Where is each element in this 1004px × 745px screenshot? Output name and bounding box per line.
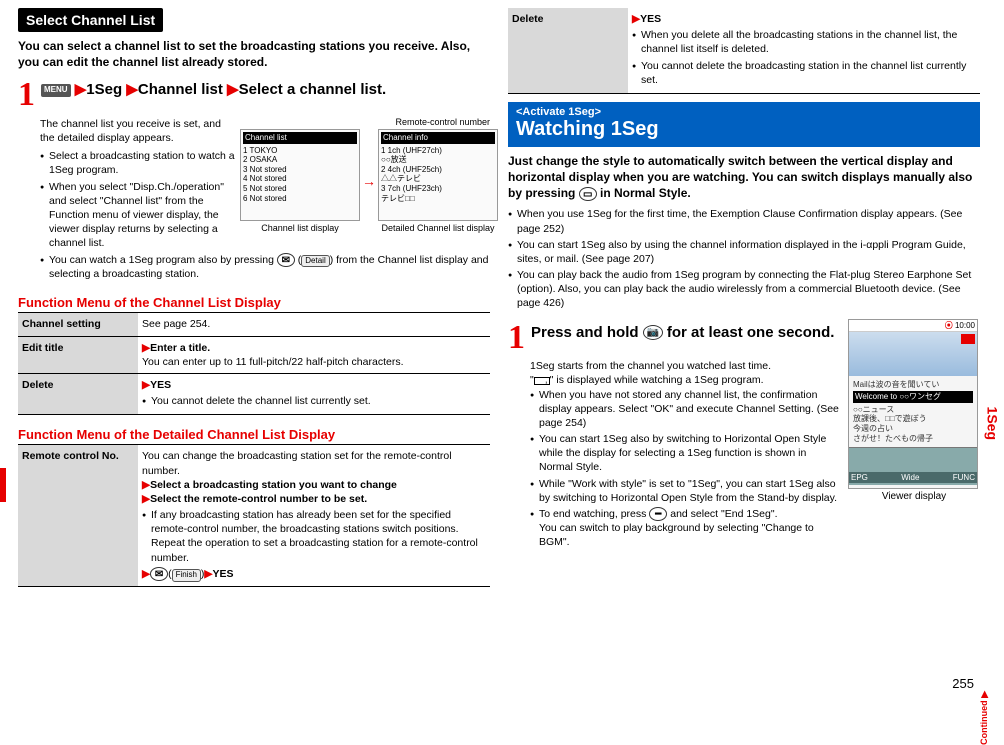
row-body: ▶YES When you delete all the broadcastin… — [628, 8, 980, 93]
step-seg-1: 1Seg — [86, 81, 122, 98]
img-line: 2 4ch (UHF25ch) — [381, 165, 495, 175]
row-body: You can change the broadcasting station … — [138, 445, 490, 586]
mail-key-icon: ✉ — [277, 253, 295, 267]
left-column: Select Channel List You can select a cha… — [18, 8, 490, 689]
arrow-icon: → — [362, 173, 376, 189]
bullet-item: To end watching, press ━ and select "End… — [530, 507, 840, 550]
step-number: 1 — [508, 323, 525, 354]
img-header: Channel list — [243, 132, 357, 144]
blue-subtitle: <Activate 1Seg> — [516, 106, 972, 118]
step-seg-2: Channel list — [138, 81, 223, 98]
blue-title: Watching 1Seg — [516, 118, 972, 141]
bullet-item: You can watch a 1Seg program also by pre… — [40, 253, 490, 282]
function-menu-heading: Function Menu of the Channel List Displa… — [18, 291, 490, 313]
row-header: Delete — [18, 374, 138, 415]
row-header: Edit title — [18, 336, 138, 373]
row-header: Channel setting — [18, 313, 138, 336]
img-line: 2 OSAKA — [243, 155, 357, 165]
img-line: 1 TOKYO — [243, 146, 357, 156]
row-header: Remote control No. — [18, 445, 138, 586]
triangle-icon: ▶ — [227, 81, 239, 98]
right-column: Delete ▶YES When you delete all the broa… — [508, 8, 980, 689]
remote-label: Remote-control number — [240, 117, 490, 127]
finish-softkey: Finish — [172, 569, 201, 582]
detail-softkey: Detail — [301, 255, 329, 268]
triangle-icon: ▶ — [126, 81, 138, 98]
channel-list-screenshot: Channel list 1 TOKYO 2 OSAKA 3 Not store… — [240, 129, 360, 221]
bullet-item: When you use 1Seg for the first time, th… — [508, 207, 980, 235]
viewer-caption: Viewer display — [848, 491, 980, 502]
img-line: 5 Not stored — [243, 184, 357, 194]
side-label: 1Seg — [984, 407, 1000, 440]
img-line: ○○放送 — [381, 155, 495, 165]
bullet-list: When you have not stored any channel lis… — [530, 388, 840, 550]
bullet-list: You can watch a 1Seg program also by pre… — [40, 253, 490, 284]
camera-key-icon: 📷 — [643, 325, 663, 340]
step-1: 1 MENU ▶1Seg ▶Channel list ▶Select a cha… — [18, 80, 490, 111]
menu-icon: MENU — [41, 84, 71, 96]
triangle-icon: ▶ — [75, 81, 87, 98]
img-line: 3 Not stored — [243, 165, 357, 175]
body-text: 1Seg starts from the channel you watched… — [530, 359, 840, 373]
step-text: MENU ▶1Seg ▶Channel list ▶Select a chann… — [41, 80, 386, 100]
section-intro: You can select a channel list to set the… — [18, 38, 490, 70]
end-key-icon: ━ — [649, 507, 667, 521]
mail-key-icon: ✉ — [150, 567, 168, 581]
img-line: 1 1ch (UHF27ch) — [381, 146, 495, 156]
img-line: 4 Not stored — [243, 174, 357, 184]
function-table-2: Remote control No. You can change the br… — [18, 445, 490, 586]
bullet-item: You can play back the audio from 1Seg pr… — [508, 268, 980, 311]
img-caption: Channel list display — [240, 223, 360, 233]
img-line: 6 Not stored — [243, 194, 357, 204]
side-key-icon: ▭ — [579, 187, 597, 201]
img-line: 3 7ch (UHF23ch) — [381, 184, 495, 194]
img-caption: Detailed Channel list display — [378, 223, 498, 233]
channel-detail-screenshot: Channel info 1 1ch (UHF27ch) ○○放送 2 4ch … — [378, 129, 498, 221]
page-number: 255 — [952, 676, 974, 691]
page-content: Select Channel List You can select a cha… — [0, 0, 1004, 697]
function-table-1: Channel settingSee page 254. Edit title▶… — [18, 313, 490, 415]
function-table-3: Delete ▶YES When you delete all the broa… — [508, 8, 980, 94]
viewer-display-screenshot: ⦿ 10:00 Mailは波の音を聞いてい Welcome to ○○ワンセグ … — [848, 319, 978, 489]
row-body: ▶YESYou cannot delete the channel list c… — [138, 374, 490, 415]
bullet-item: When you select "Disp.Ch./operation" and… — [40, 180, 236, 251]
step-number: 1 — [18, 80, 35, 111]
step-text: Press and hold 📷 for at least one second… — [531, 323, 834, 343]
bullet-item: You can start 1Seg also by switching to … — [530, 432, 840, 475]
body-text: "♪" is displayed while watching a 1Seg p… — [530, 373, 840, 387]
bullet-list: When you use 1Seg for the first time, th… — [508, 207, 980, 312]
section-intro: Just change the style to automatically s… — [508, 153, 980, 202]
1seg-status-icon: ♪ — [534, 377, 550, 385]
bullet-item: While "Work with style" is set to "1Seg"… — [530, 477, 840, 505]
edge-tab — [0, 468, 6, 502]
row-body: See page 254. — [138, 313, 490, 336]
step-1: 1 Press and hold 📷 for at least one seco… — [508, 323, 840, 354]
img-header: Channel info — [381, 132, 495, 144]
function-menu-heading: Function Menu of the Detailed Channel Li… — [18, 423, 490, 445]
step-seg-3: Select a channel list. — [239, 81, 387, 98]
rec-icon — [961, 334, 975, 344]
bullet-item: When you have not stored any channel lis… — [530, 388, 840, 431]
body-text: The channel list you receive is set, and… — [40, 117, 236, 145]
bullet-list: Select a broadcasting station to watch a… — [40, 149, 236, 250]
row-body: ▶Enter a title.You can enter up to 11 fu… — [138, 336, 490, 373]
blue-heading: <Activate 1Seg> Watching 1Seg — [508, 102, 980, 147]
row-header: Delete — [508, 8, 628, 93]
continued-label: Continued ▶ — [979, 691, 990, 745]
section-title: Select Channel List — [18, 8, 163, 32]
bullet-item: You can start 1Seg also by using the cha… — [508, 238, 980, 266]
img-line: △△テレビ — [381, 174, 495, 184]
img-line: テレビ□□ — [381, 194, 495, 204]
bullet-item: Select a broadcasting station to watch a… — [40, 149, 236, 177]
